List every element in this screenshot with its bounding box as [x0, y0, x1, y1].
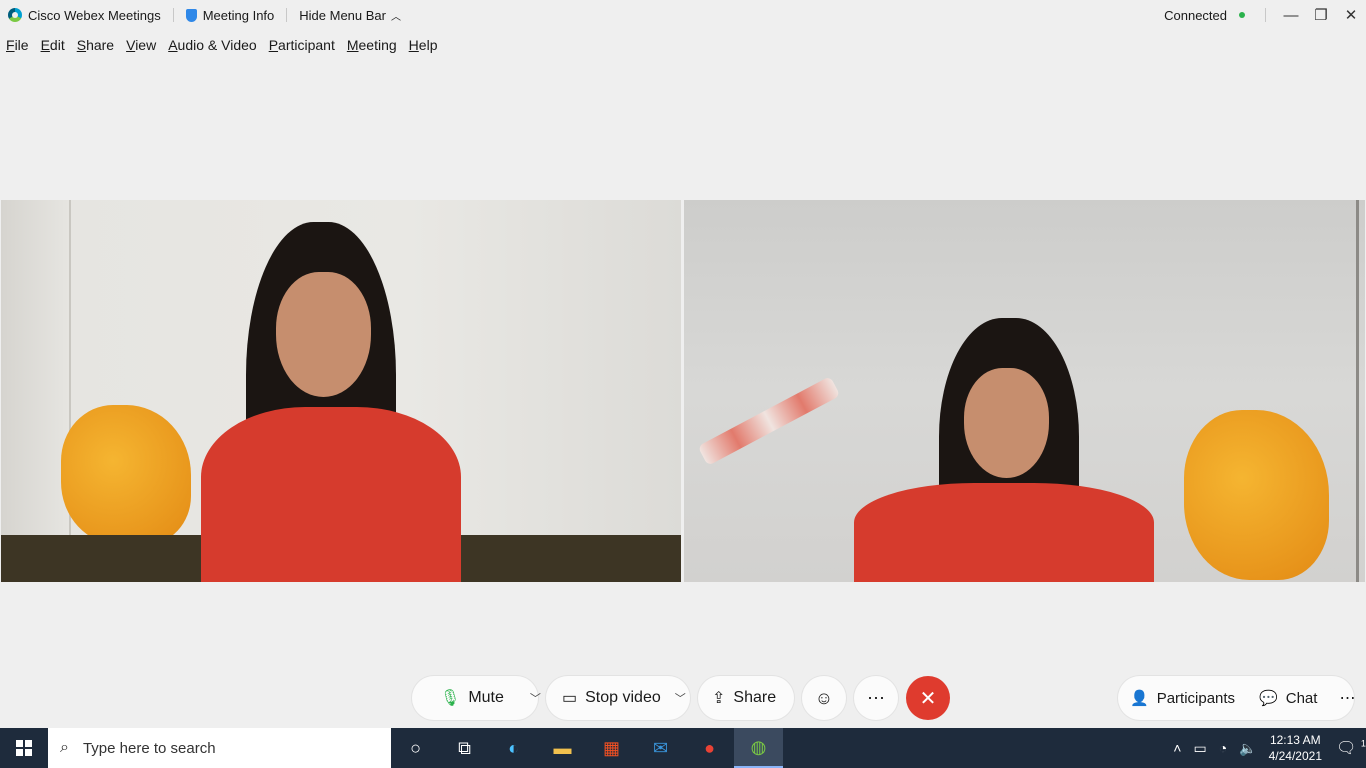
divider	[1265, 8, 1266, 22]
mute-label: Mute	[468, 689, 504, 706]
connected-dot-icon	[1239, 12, 1245, 18]
reactions-button[interactable]: ☺	[802, 676, 846, 720]
menu-participant[interactable]: Participant	[269, 37, 335, 53]
webex-logo-icon	[8, 8, 22, 22]
system-tray: ˄ ▭ ◔ 🔈 12:13 AM 4/24/2021 🗨 1	[1167, 728, 1366, 768]
search-icon: ⌕	[60, 739, 69, 756]
search-placeholder: Type here to search	[82, 739, 216, 757]
hide-menu-bar-label: Hide Menu Bar	[299, 7, 386, 23]
mail-icon[interactable]: ✉	[636, 728, 685, 768]
mute-button[interactable]: 🎙 Mute ﹀	[412, 676, 541, 720]
ellipsis-icon: ⋯	[867, 687, 885, 708]
clock[interactable]: 12:13 AM 4/24/2021	[1269, 732, 1322, 764]
microsoft-store-icon[interactable]: ▦	[587, 728, 636, 768]
windows-taskbar: ⌕ Type here to search ○ ⧉ ◐ ▬ ▦ ✉ ● ◍ ˄ …	[0, 728, 1366, 768]
participants-label: Participants	[1156, 689, 1236, 707]
shield-icon	[185, 8, 197, 22]
video-tile-left[interactable]	[1, 200, 681, 582]
ellipsis-icon: ⋯	[1339, 690, 1356, 707]
meeting-controls: 🎙 Mute ﹀ ▭ Stop video ﹀ ⇪ Share ☺ ⋯ ✕ 👤 …	[0, 676, 1366, 720]
webex-taskbar-icon[interactable]: ◍	[734, 728, 783, 768]
stop-video-label: Stop video	[585, 689, 661, 706]
video-tile-right[interactable]	[684, 200, 1365, 582]
chat-button[interactable]: 💬 Chat	[1259, 689, 1318, 708]
plastic-bag	[61, 405, 191, 545]
divider	[286, 8, 288, 22]
panel-more-button[interactable]: ⋯	[1339, 688, 1355, 708]
taskbar-search-box[interactable]: ⌕ Type here to search	[48, 728, 391, 768]
menu-meeting[interactable]: Meeting	[347, 37, 397, 53]
start-button[interactable]	[0, 728, 48, 768]
app-title: Cisco Webex Meetings	[0, 0, 161, 30]
minimize-button[interactable]: —	[1276, 0, 1306, 30]
menu-file[interactable]: File	[6, 37, 29, 53]
right-panel-controls: 👤 Participants 💬 Chat ⋯	[1118, 676, 1355, 720]
notification-icon: 🗨	[1336, 740, 1357, 757]
connection-status: Connected	[1164, 7, 1227, 23]
notification-count: 1	[1360, 738, 1366, 749]
chrome-icon[interactable]: ●	[685, 728, 734, 768]
task-view-icon[interactable]: ⧉	[440, 728, 489, 768]
clock-time: 12:13 AM	[1269, 733, 1321, 747]
restore-button[interactable]: ❐	[1306, 0, 1336, 30]
more-options-button[interactable]: ⋯	[854, 676, 898, 720]
volume-icon[interactable]: 🔈	[1239, 740, 1256, 757]
windows-logo-icon	[16, 740, 32, 756]
title-bar: Cisco Webex Meetings Meeting Info Hide M…	[0, 0, 1366, 30]
participant-video	[854, 318, 1164, 582]
menu-audio-video[interactable]: Audio & Video	[168, 37, 256, 53]
close-button[interactable]: ✕	[1336, 0, 1366, 30]
clock-date: 4/24/2021	[1268, 749, 1322, 763]
plastic-bag	[1184, 410, 1329, 580]
chat-label: Chat	[1285, 689, 1318, 707]
wall-decoration	[697, 376, 841, 466]
share-label: Share	[733, 689, 777, 706]
divider	[172, 8, 174, 22]
video-background	[684, 200, 1365, 582]
menu-share[interactable]: Share	[77, 37, 114, 53]
participant-video	[186, 222, 516, 582]
app-title-text: Cisco Webex Meetings	[28, 7, 161, 23]
share-button[interactable]: ⇪ Share	[698, 676, 794, 720]
menu-view[interactable]: View	[126, 37, 156, 53]
share-icon: ⇪	[712, 690, 726, 707]
stop-video-button[interactable]: ▭ Stop video ﹀	[546, 676, 690, 720]
smiley-icon: ☺	[814, 687, 834, 708]
meeting-info-label: Meeting Info	[202, 7, 275, 23]
notification-center-button[interactable]: 🗨 1	[1336, 738, 1366, 758]
hide-menu-bar-button[interactable]: Hide Menu Bar ︿	[299, 0, 401, 30]
participants-button[interactable]: 👤 Participants	[1130, 689, 1236, 708]
chat-bubble-icon: 💬	[1259, 690, 1278, 707]
close-icon: ✕	[919, 687, 937, 710]
chevron-up-icon: ︿	[390, 11, 401, 23]
edge-browser-icon[interactable]: ◐	[489, 728, 538, 768]
meeting-info-button[interactable]: Meeting Info	[185, 0, 275, 30]
wifi-icon[interactable]: ◔	[1219, 740, 1227, 756]
menu-edit[interactable]: Edit	[41, 37, 65, 53]
person-icon: 👤	[1130, 690, 1149, 707]
chevron-up-icon[interactable]: ˄	[1173, 740, 1181, 756]
menu-help[interactable]: Help	[409, 37, 438, 53]
video-background	[1, 200, 681, 582]
chevron-down-icon[interactable]: ﹀	[675, 690, 686, 706]
microphone-icon: 🎙	[440, 690, 461, 707]
window-controls: Connected — ❐ ✕	[1164, 0, 1366, 30]
menu-bar: File Edit Share View Audio & Video Parti…	[0, 32, 443, 58]
leave-meeting-button[interactable]: ✕	[906, 676, 950, 720]
video-camera-icon: ▭	[562, 690, 578, 707]
cortana-icon[interactable]: ○	[391, 728, 440, 768]
file-explorer-icon[interactable]: ▬	[538, 728, 587, 768]
battery-icon[interactable]: ▭	[1193, 740, 1206, 757]
chevron-down-icon[interactable]: ﹀	[530, 690, 541, 706]
